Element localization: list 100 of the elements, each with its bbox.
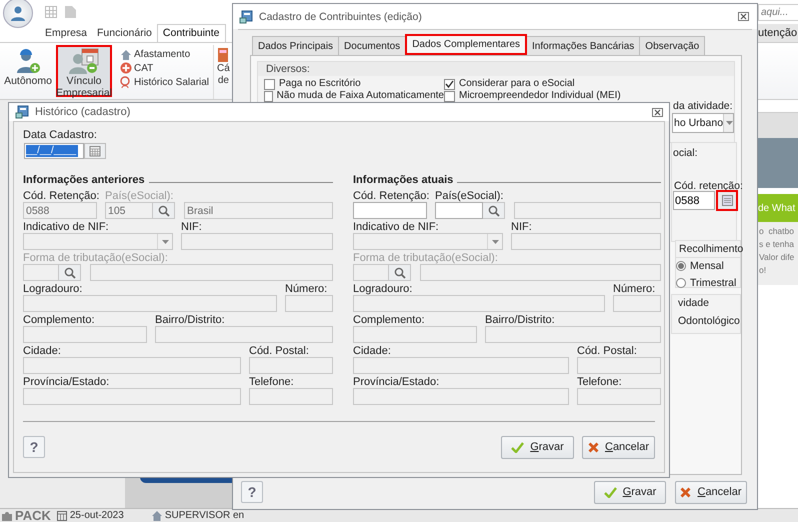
calendar-button[interactable] <box>84 143 106 159</box>
close-button[interactable] <box>738 12 749 21</box>
search-button[interactable] <box>153 202 175 219</box>
field-label: Cód. Postal: <box>577 345 638 357</box>
help-button[interactable]: ? <box>23 436 45 458</box>
field-label: Data Cadastro: <box>23 129 98 141</box>
field-label: Cidade: <box>23 345 62 357</box>
checkbox[interactable] <box>264 78 275 90</box>
cancel-button[interactable]: Cancelar <box>675 480 747 504</box>
field-label: NIF: <box>181 221 203 233</box>
window-title: Histórico (cadastro) <box>35 106 132 118</box>
date-text: 25-out-2023 <box>70 510 124 521</box>
text-field: 0588 <box>23 202 97 219</box>
calculator-icon <box>217 47 230 63</box>
body-text: o chatbo <box>759 226 795 236</box>
code-field: 105 <box>105 202 153 219</box>
field-label: País(eSocial): <box>105 190 174 202</box>
person-building-icon <box>68 48 100 74</box>
field-label: Telefone: <box>577 376 623 388</box>
tab[interactable]: Informações Bancárias <box>526 36 640 55</box>
field-label: Indicativo de NIF: <box>353 221 440 233</box>
search-button[interactable] <box>59 264 81 281</box>
checkbox-label: Não muda de Faixa Automaticamente <box>276 90 444 102</box>
field-label: Cód. Postal: <box>249 345 310 357</box>
code-field[interactable] <box>435 202 483 219</box>
section-title: Informações anteriores <box>23 174 145 186</box>
search-field[interactable]: aqui... <box>758 4 798 20</box>
checkbox[interactable] <box>264 90 273 102</box>
user-text: SUPERVISOR en <box>164 510 244 521</box>
radio-button[interactable] <box>676 278 686 288</box>
body-text: s e tenha <box>759 239 795 249</box>
historico-button[interactable]: Histórico Salarial <box>120 76 210 88</box>
group-title: vidade <box>678 297 709 309</box>
app-logo[interactable] <box>3 0 33 28</box>
field-label: Província/Estado: <box>353 376 440 388</box>
field-label: Complemento: <box>353 314 426 326</box>
search-button[interactable] <box>483 202 505 219</box>
house-icon <box>120 49 132 60</box>
field-label: Logradouro: <box>23 283 84 295</box>
field-label: Complemento: <box>23 314 96 326</box>
table-button[interactable] <box>716 190 738 211</box>
text-field[interactable] <box>353 202 427 219</box>
ribbon-tab[interactable]: utenção <box>757 24 798 42</box>
tab[interactable]: Observação <box>639 36 706 55</box>
ribbon-tab[interactable]: Funcionário <box>92 25 157 42</box>
radio-button[interactable] <box>676 261 686 271</box>
plus-icon <box>120 62 132 74</box>
radio-label: Mensal <box>690 260 724 272</box>
checkbox[interactable] <box>444 78 455 90</box>
activity-text: Odontológico <box>678 315 740 327</box>
worker-icon <box>16 48 40 74</box>
ribbon-tab[interactable]: Contribuinte <box>156 24 226 42</box>
field-label: Bairro/Distrito: <box>155 314 226 326</box>
tab[interactable]: Dados Principais <box>252 36 340 55</box>
date-field[interactable]: __/__/____ <box>24 143 84 159</box>
search-button[interactable] <box>389 264 411 281</box>
app-logo-text: PACK <box>15 508 51 522</box>
cat-button[interactable]: CAT <box>120 62 210 74</box>
document-icon <box>65 6 76 18</box>
retention-code-field[interactable]: 0588 <box>673 191 715 210</box>
afastamento-button[interactable]: Afastamento <box>120 49 210 60</box>
field-label: da atividade: <box>673 100 733 112</box>
freelancer-button[interactable]: Autônomo <box>3 45 53 97</box>
tab[interactable]: Dados Complementares <box>405 34 528 55</box>
person-icon <box>10 5 26 21</box>
combo-box[interactable]: ho Urbano <box>672 113 734 133</box>
cross-icon <box>588 442 599 452</box>
close-button[interactable] <box>652 108 663 116</box>
calendar-icon <box>89 145 101 157</box>
grid-icon <box>45 6 57 18</box>
caret-icon <box>726 121 733 125</box>
group-title: Diversos: <box>258 62 734 76</box>
checkbox-label: Considerar para o eSocial <box>459 78 575 90</box>
save-button[interactable]: Gravar <box>594 480 666 504</box>
search-icon <box>394 266 406 278</box>
tab[interactable]: Documentos <box>338 36 406 55</box>
check-icon <box>445 80 454 88</box>
cancel-button[interactable]: Cancelar <box>582 436 655 458</box>
list-icon <box>722 195 732 206</box>
puzzle-icon <box>2 510 12 520</box>
save-button[interactable]: Gravar <box>501 436 574 458</box>
house-icon <box>152 510 162 520</box>
tab-strip <box>758 112 798 138</box>
window-title: Cadastro de Contribuintes (edição) <box>259 10 423 22</box>
group-title: ocial: <box>673 147 698 159</box>
field-label: Forma de tributação(eSocial): <box>353 252 499 264</box>
help-button[interactable]: ? <box>241 481 263 503</box>
section-title: Informações atuais <box>353 174 454 186</box>
field-label: Bairro/Distrito: <box>485 314 556 326</box>
calendar-icon <box>56 510 67 520</box>
field-label: Cidade: <box>353 345 392 357</box>
calculator-button[interactable]: Cá de <box>214 45 232 87</box>
caret-icon <box>162 240 168 244</box>
check-icon <box>604 486 617 498</box>
ribbon-tab[interactable]: Empresa <box>40 25 92 42</box>
body-text: Valor dife <box>759 252 796 262</box>
checkbox[interactable] <box>444 90 455 102</box>
field-label: Cód. Retenção: <box>23 190 97 202</box>
field-label: Logradouro: <box>353 283 414 295</box>
close-icon <box>738 12 749 21</box>
